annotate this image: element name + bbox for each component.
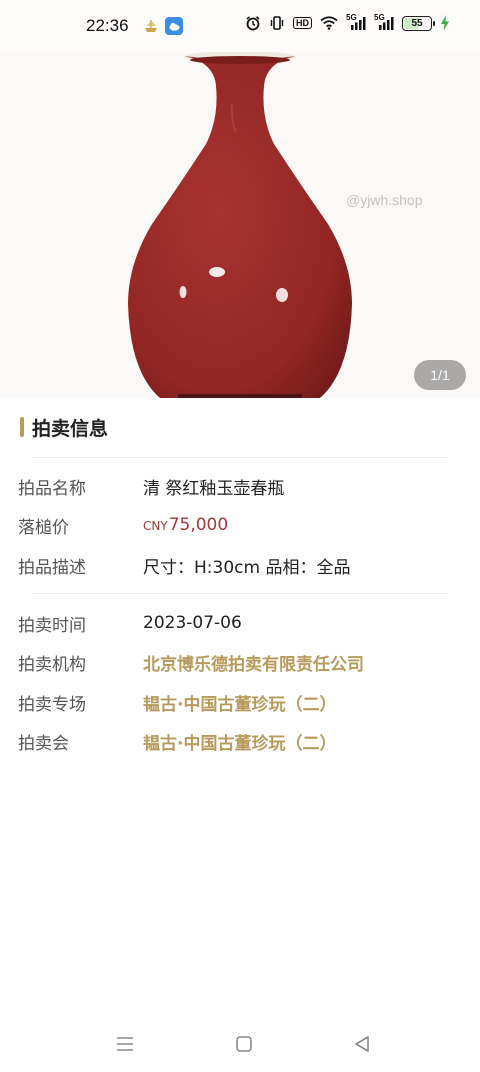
row-auction-event[interactable]: 拍卖会 韫古·中国古董珍玩（二） <box>18 727 336 755</box>
watermark-text: yjwh.shop <box>360 192 423 208</box>
auction-event-link[interactable]: 韫古·中国古董珍玩（二） <box>143 729 336 754</box>
auction-house-link[interactable]: 北京博乐德拍卖有限责任公司 <box>143 650 364 675</box>
page-indicator: 1/1 <box>414 360 466 390</box>
vibrate-icon <box>269 15 285 31</box>
hammer-price-label: 落槌价 <box>18 517 69 538</box>
watermark: @yjwh.shop <box>346 192 423 208</box>
status-icons: HD 5G 5G 55 <box>245 13 450 31</box>
battery-level: 55 <box>411 17 423 29</box>
divider <box>32 457 448 458</box>
back-icon[interactable] <box>350 1032 374 1056</box>
row-item-name: 拍品名称 清 祭红釉玉壶春瓶 <box>18 472 284 500</box>
section-header: 拍卖信息 <box>20 414 108 440</box>
divider <box>32 593 448 594</box>
auction-time-label: 拍卖时间 <box>18 615 86 636</box>
battery-icon: 55 <box>402 15 435 31</box>
alarm-icon <box>245 15 261 31</box>
ship-icon <box>142 17 160 35</box>
price-amount: 75,000 <box>168 515 229 535</box>
special-session-link[interactable]: 韫古·中国古董珍玩（二） <box>143 690 336 715</box>
row-description: 拍品描述 尺寸：H:30cm 品相：全品 <box>18 551 350 579</box>
auction-event-label: 拍卖会 <box>18 733 69 754</box>
special-session-label: 拍卖专场 <box>18 694 86 715</box>
signal-5g-icon: 5G <box>346 13 366 31</box>
charging-icon <box>440 15 450 31</box>
signal-5g-icon: 5G <box>374 13 394 31</box>
wifi-icon <box>320 16 338 30</box>
product-image[interactable]: @yjwh.shop 1/1 <box>0 52 480 398</box>
hd-icon: HD <box>293 17 312 29</box>
row-auction-house[interactable]: 拍卖机构 北京博乐德拍卖有限责任公司 <box>18 648 364 676</box>
auction-house-label: 拍卖机构 <box>18 654 86 675</box>
status-time: 22:36 <box>86 16 129 35</box>
menu-icon[interactable] <box>113 1032 137 1056</box>
item-name-label: 拍品名称 <box>18 478 86 499</box>
status-bar: 22:36 HD 5G 5G 55 <box>0 0 480 52</box>
home-icon[interactable] <box>232 1032 256 1056</box>
auction-time-value: 2023-07-06 <box>143 613 242 633</box>
description-value: 尺寸：H:30cm 品相：全品 <box>143 557 351 578</box>
section-accent-bar <box>20 417 24 437</box>
weather-app-icon <box>165 17 183 35</box>
row-special-session[interactable]: 拍卖专场 韫古·中国古董珍玩（二） <box>18 688 336 716</box>
system-navbar <box>0 1016 480 1072</box>
vase-illustration <box>128 52 352 398</box>
price-currency: CNY <box>143 519 168 533</box>
section-title: 拍卖信息 <box>32 417 109 440</box>
description-label: 拍品描述 <box>18 557 86 578</box>
item-name-value: 清 祭红釉玉壶春瓶 <box>143 478 285 499</box>
hammer-price-value: CNY75,000 <box>143 515 228 535</box>
row-hammer-price: 落槌价 CNY75,000 <box>18 511 228 539</box>
row-auction-time: 拍卖时间 2023-07-06 <box>18 609 242 637</box>
